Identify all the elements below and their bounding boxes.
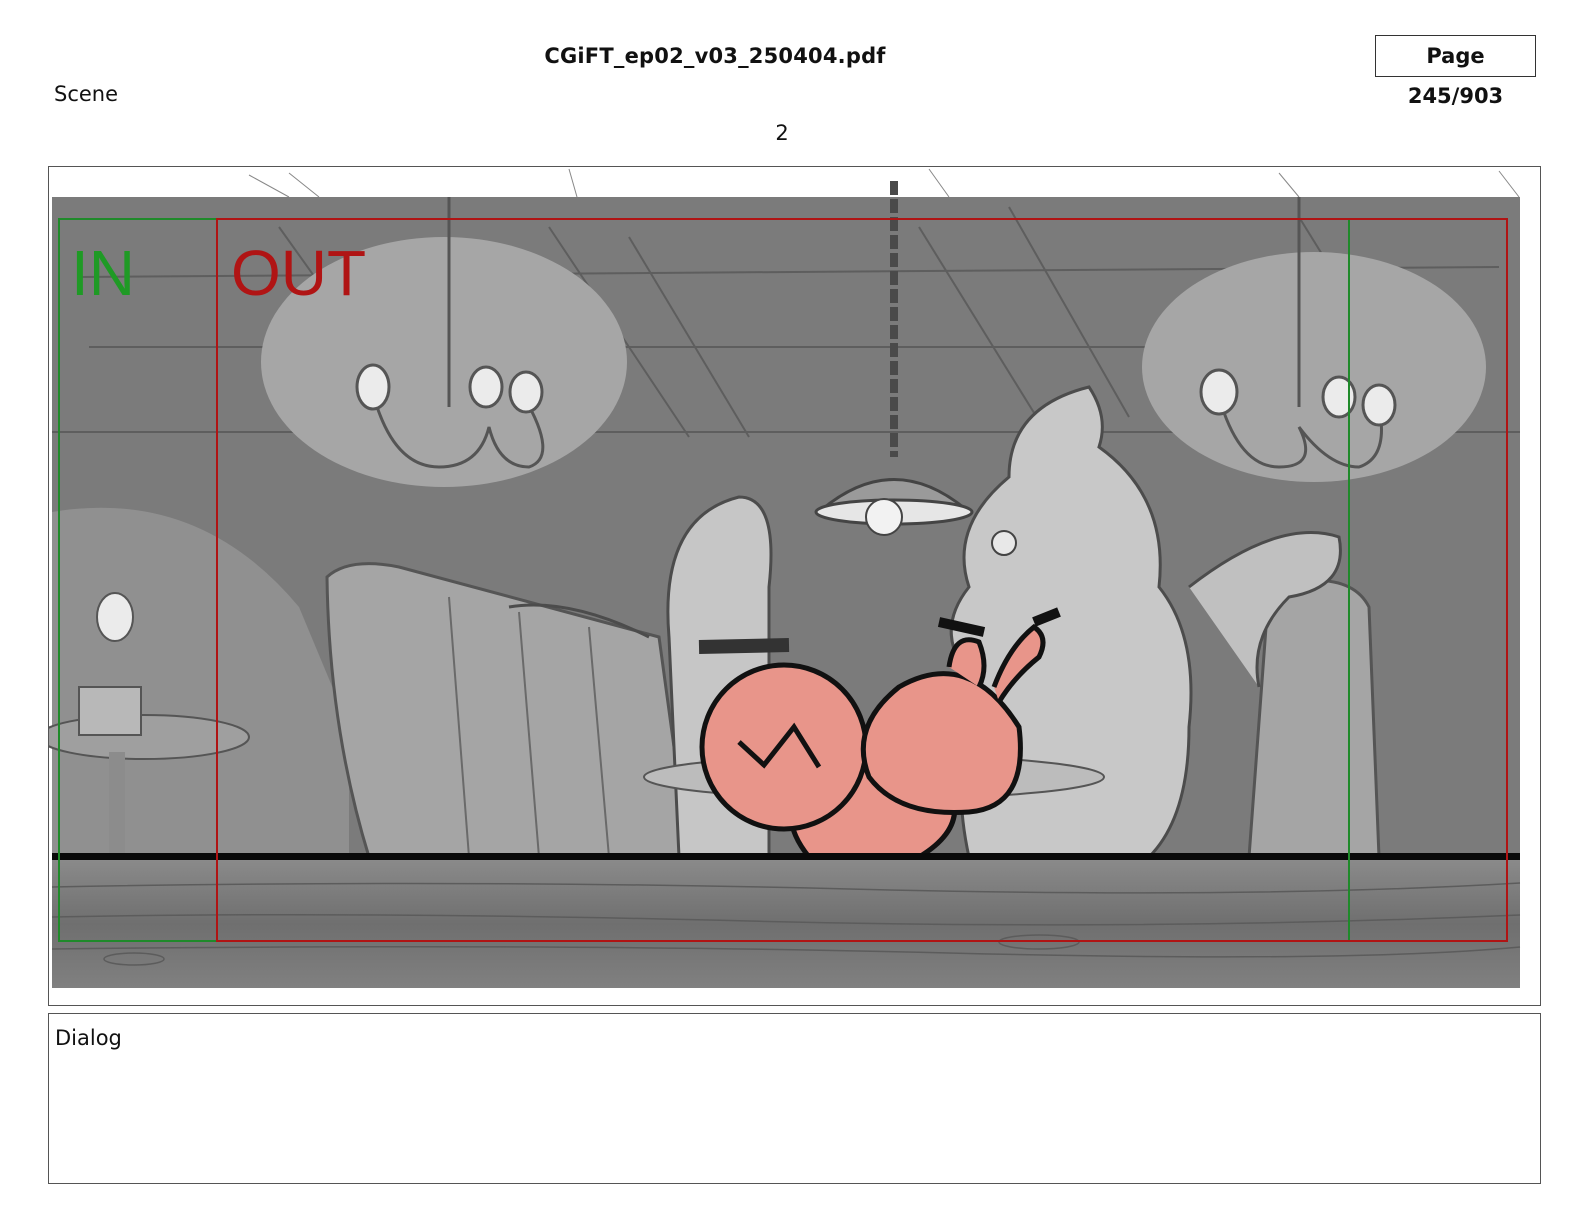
scene-number: 2 [775,121,789,145]
wooden-floor [52,860,1520,988]
page-indicator: Page 245/903 [1375,35,1536,108]
document-title: CGiFT_ep02_v03_250404.pdf [544,44,886,68]
in-label: IN [71,237,135,309]
light-pool-right [1142,252,1486,482]
storyboard-illustration: IN OUT [49,167,1540,988]
dialog-label: Dialog [55,1026,122,1050]
dialog-box: Dialog [48,1013,1541,1184]
storyboard-panel: IN OUT [48,166,1541,1006]
stage-line [52,853,1520,860]
scene-label: Scene [54,82,119,106]
out-label: OUT [231,237,366,309]
